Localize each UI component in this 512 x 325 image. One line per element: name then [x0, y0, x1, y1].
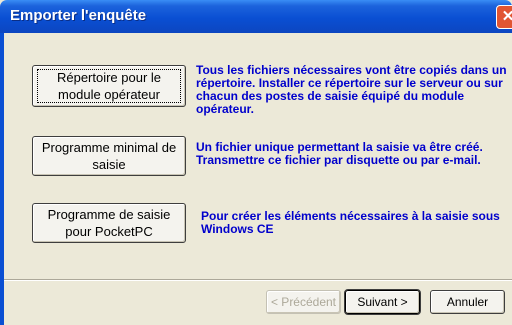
title-bar[interactable]: Emporter l'enquête ✕ — [0, 0, 512, 33]
minimal-entry-program-description: Un fichier unique permettant la saisie v… — [196, 140, 483, 167]
pocketpc-entry-program-description: Pour créer les éléments nécessaires à la… — [201, 209, 500, 236]
operator-module-directory-button[interactable]: Répertoire pour le module opérateur — [32, 65, 186, 107]
pocketpc-entry-program-button[interactable]: Programme de saisie pour PocketPC — [32, 203, 186, 243]
focus-rect — [37, 69, 181, 103]
back-button[interactable]: < Précédent — [266, 290, 341, 314]
cancel-button[interactable]: Annuler — [430, 290, 505, 314]
minimal-entry-program-label: Programme minimal de saisie — [41, 140, 177, 172]
window-title: Emporter l'enquête — [10, 7, 147, 24]
close-icon[interactable]: ✕ — [496, 5, 512, 29]
pocketpc-entry-program-label: Programme de saisie pour PocketPC — [47, 207, 171, 239]
operator-module-directory-description: Tous les fichiers nécessaires vont être … — [196, 63, 507, 116]
window-frame-left — [0, 33, 4, 325]
minimal-entry-program-button[interactable]: Programme minimal de saisie — [32, 136, 186, 176]
export-survey-dialog: Emporter l'enquête ✕ Répertoire pour le … — [0, 0, 512, 325]
next-button[interactable]: Suivant > — [344, 289, 421, 315]
separator-line — [4, 279, 512, 281]
